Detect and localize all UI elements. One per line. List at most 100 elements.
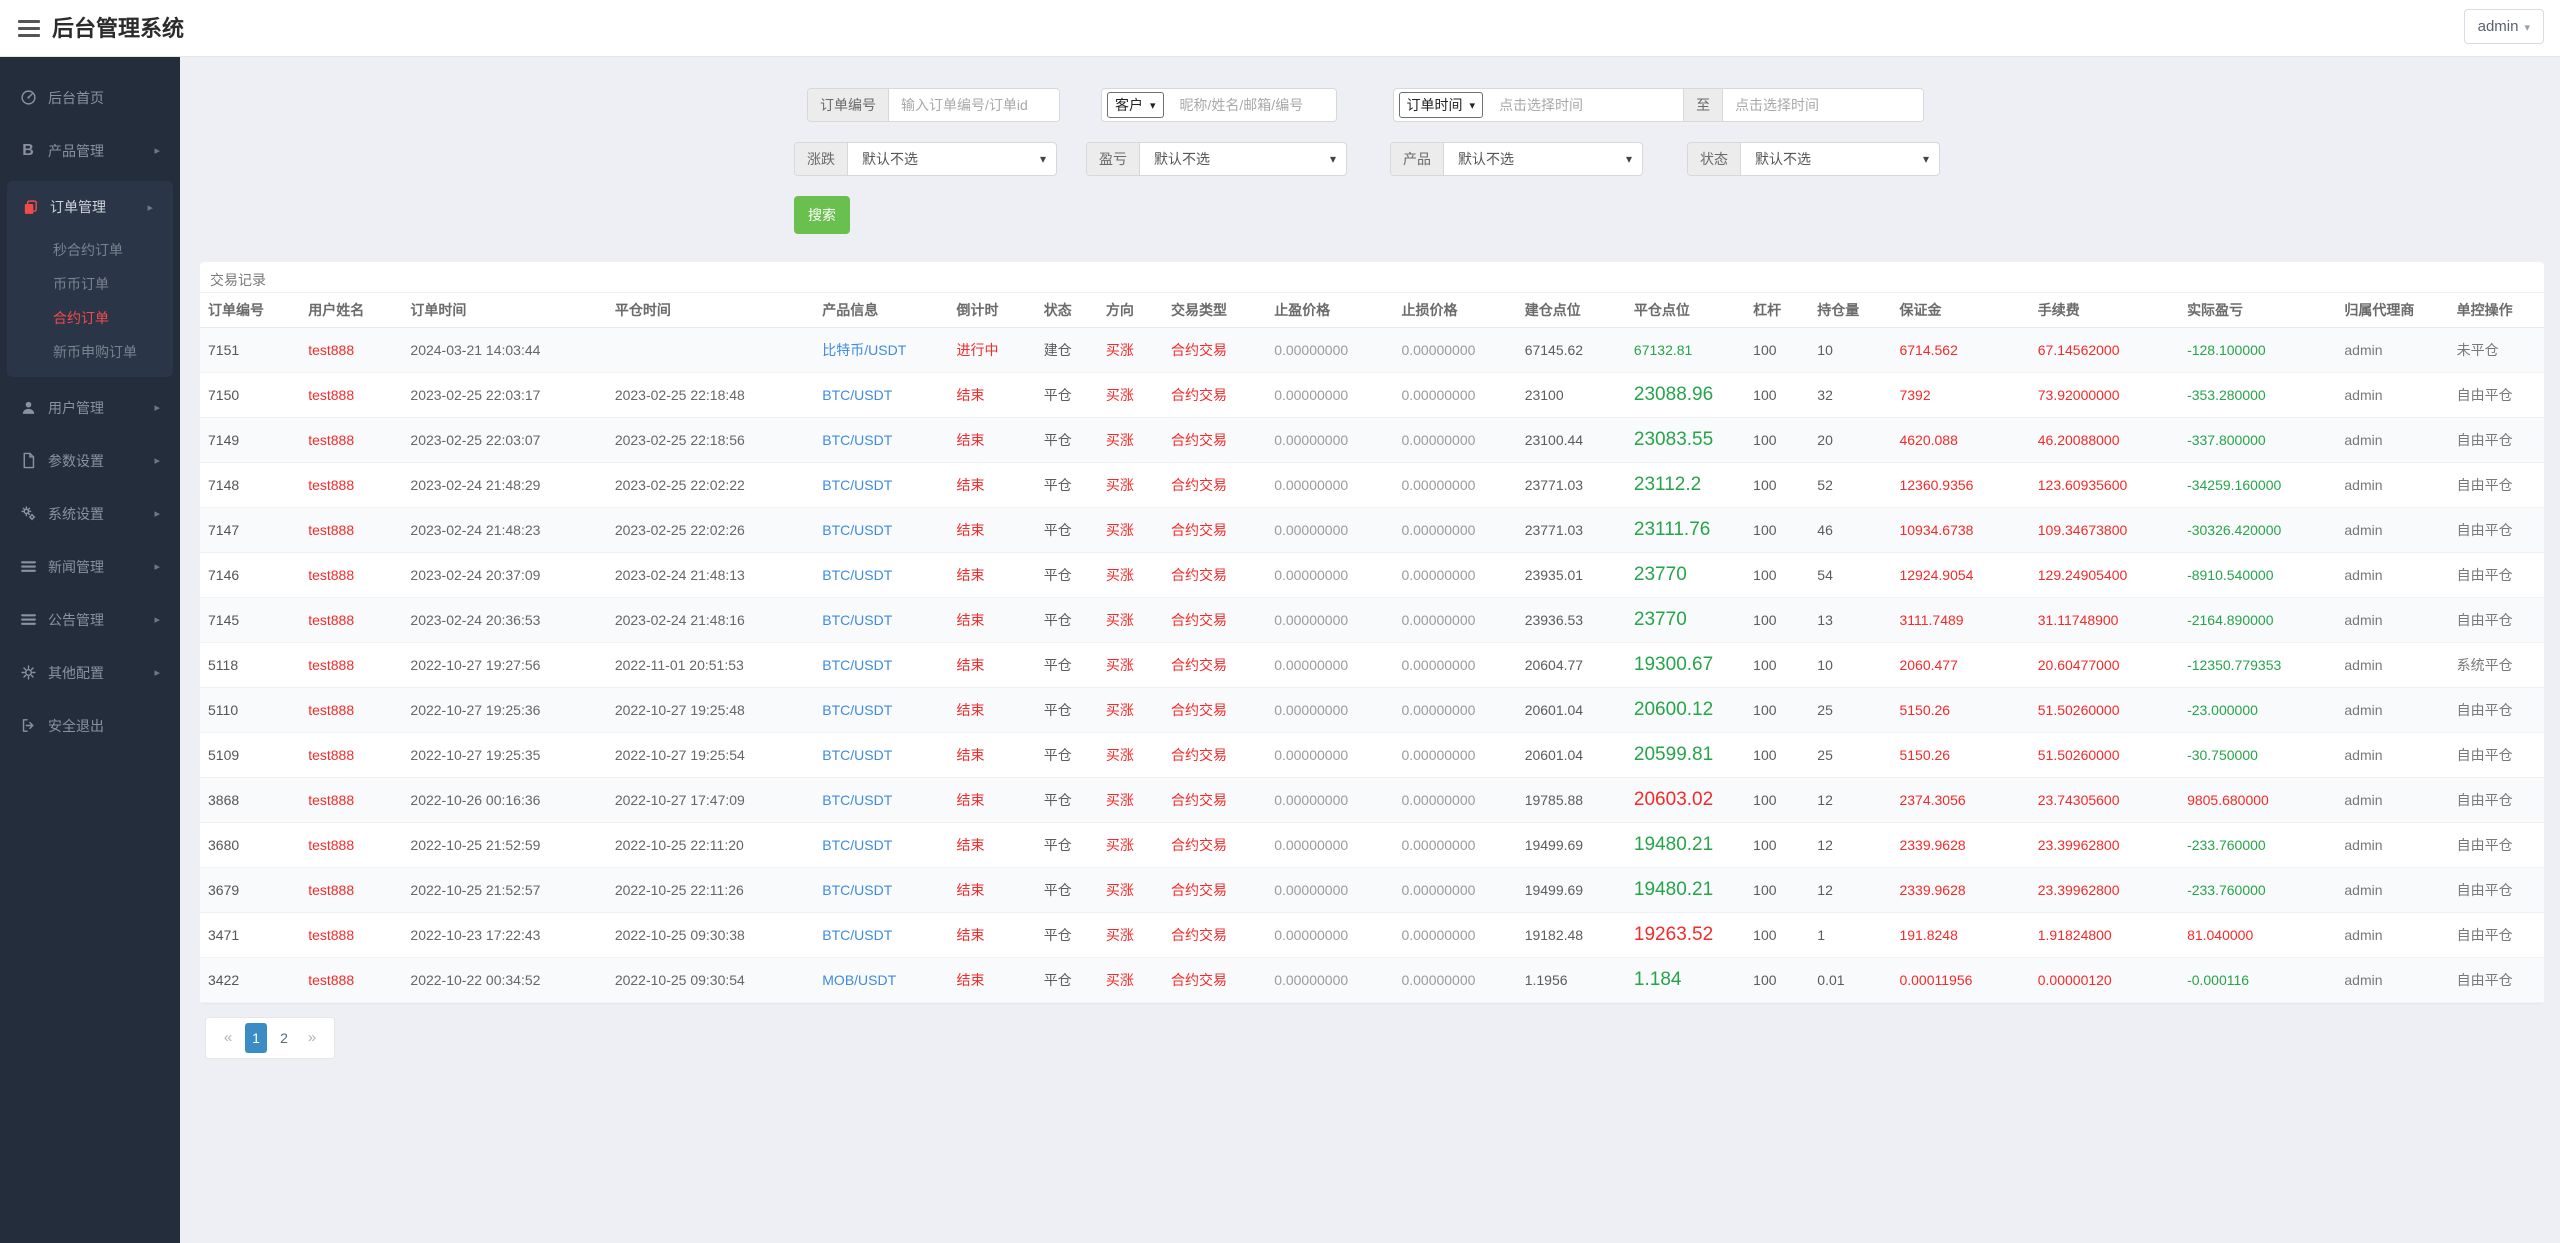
cell-leverage: 100	[1753, 386, 1777, 403]
cell-product[interactable]: BTC/USDT	[822, 927, 892, 943]
cell-state: 平仓	[1043, 431, 1072, 448]
next-page-button[interactable]: »	[301, 1023, 323, 1053]
cell-product[interactable]: BTC/USDT	[822, 432, 892, 448]
cell-profit: -23.000000	[2187, 701, 2258, 718]
cell-close-time: 2022-10-25 22:11:26	[614, 881, 744, 898]
cell-trade-type: 合约交易	[1170, 926, 1227, 943]
cell-product[interactable]: BTC/USDT	[822, 702, 892, 718]
cell-close-price: 67132.81	[1633, 341, 1693, 358]
cell-stop-loss: 0.00000000	[1401, 386, 1476, 403]
cell-trade-type: 合约交易	[1170, 566, 1227, 583]
sidebar-item-logout[interactable]: 安全退出	[0, 699, 180, 752]
cell-stop-loss: 0.00000000	[1401, 431, 1476, 448]
search-button[interactable]: 搜索	[794, 196, 850, 234]
pnl-group: 盈亏 默认不选 ▾	[1086, 142, 1347, 176]
sidebar-item-system-settings[interactable]: 系统设置 ▸	[0, 487, 180, 540]
column-header: 平仓点位	[1625, 293, 1746, 328]
cell-profit: -233.760000	[2187, 881, 2266, 898]
sidebar-item-orders[interactable]: 订单管理 ▸	[7, 181, 173, 233]
cell-fee: 46.20088000	[2037, 431, 2120, 448]
status-select[interactable]: 默认不选 ▾	[1741, 143, 1939, 175]
cell-product[interactable]: BTC/USDT	[822, 657, 892, 673]
cell-leverage: 100	[1753, 971, 1777, 988]
cell-margin: 2339.9628	[1899, 836, 1966, 853]
cell-id: 7149	[208, 431, 240, 448]
cell-direction: 买涨	[1105, 566, 1134, 583]
cell-product[interactable]: MOB/USDT	[822, 972, 896, 988]
sidebar-subitem-second-contract-orders[interactable]: 秒合约订单	[7, 233, 173, 267]
sidebar-item-news[interactable]: 新闻管理 ▸	[0, 540, 180, 593]
order-no-input[interactable]	[889, 89, 1059, 121]
cell-profit: -2164.890000	[2187, 611, 2274, 628]
table-row: 5109 test888 2022-10-27 19:25:35 2022-10-27…	[200, 732, 2544, 778]
column-header: 方向	[1097, 293, 1163, 328]
sidebar-subitem-spot-orders[interactable]: 币币订单	[7, 267, 173, 301]
cell-control: 自由平仓	[2456, 521, 2513, 538]
cell-countdown: 结束	[956, 746, 985, 763]
sidebar-item-announcements[interactable]: 公告管理 ▸	[0, 593, 180, 646]
page-button-2[interactable]: 2	[273, 1023, 295, 1053]
cell-profit: -337.800000	[2187, 431, 2266, 448]
cell-product[interactable]: BTC/USDT	[822, 567, 892, 583]
trade-records-table: 订单编号 用户姓名 订单时间 平仓时间 产品信息 倒计时 状态 方向 交易类型 止盈价格 止损价格建…	[200, 293, 2544, 1003]
sidebar-item-other-config[interactable]: 其他配置 ▸	[0, 646, 180, 699]
sidebar-subitem-new-coin-orders[interactable]: 新币申购订单	[7, 335, 173, 369]
cell-product[interactable]: BTC/USDT	[822, 747, 892, 763]
cell-countdown: 结束	[956, 566, 985, 583]
prev-page-button[interactable]: «	[217, 1023, 239, 1053]
cell-open-price: 19499.69	[1524, 881, 1584, 898]
sidebar-item-products[interactable]: B 产品管理 ▸	[0, 124, 180, 177]
cell-control: 自由平仓	[2456, 746, 2513, 763]
cell-countdown: 结束	[956, 521, 985, 538]
time-from-input[interactable]	[1487, 89, 1684, 121]
cell-product[interactable]: BTC/USDT	[822, 612, 892, 628]
cell-trade-type: 合约交易	[1170, 386, 1227, 403]
cell-product[interactable]: BTC/USDT	[822, 387, 892, 403]
cell-margin: 0.00011956	[1899, 971, 1973, 988]
cell-product[interactable]: BTC/USDT	[822, 477, 892, 493]
cell-product[interactable]: 比特币/USDT	[822, 342, 906, 358]
cell-product[interactable]: BTC/USDT	[822, 837, 892, 853]
cell-stop-loss: 0.00000000	[1401, 476, 1476, 493]
cell-agent: admin	[2344, 701, 2383, 718]
cell-close-time: 2023-02-25 22:02:26	[614, 521, 745, 538]
cell-volume: 13	[1817, 611, 1833, 628]
username: admin	[2477, 18, 2519, 35]
cell-agent: admin	[2344, 656, 2383, 673]
customer-select[interactable]: 客户 ▾	[1107, 92, 1164, 118]
cell-close-price: 23770	[1633, 563, 1687, 585]
cell-trade-type: 合约交易	[1170, 971, 1227, 988]
time-type-select[interactable]: 订单时间 ▾	[1398, 92, 1484, 118]
page-button-1[interactable]: 1	[245, 1022, 267, 1053]
cell-direction: 买涨	[1105, 521, 1134, 538]
cell-open-price: 23771.03	[1524, 476, 1584, 493]
cell-product[interactable]: BTC/USDT	[822, 522, 892, 538]
pnl-select[interactable]: 默认不选 ▾	[1140, 143, 1346, 175]
column-header: 止损价格	[1393, 293, 1517, 328]
cell-agent: admin	[2344, 971, 2383, 988]
cell-profit: -30326.420000	[2187, 521, 2282, 538]
sidebar-item-users[interactable]: 用户管理 ▸	[0, 381, 180, 434]
hamburger-menu-icon[interactable]	[18, 20, 40, 37]
cell-agent: admin	[2344, 566, 2383, 583]
chevron-down-icon: ▾	[1922, 152, 1929, 166]
sidebar-subitem-contract-orders[interactable]: 合约订单	[7, 301, 173, 335]
cell-product[interactable]: BTC/USDT	[822, 882, 892, 898]
sidebar-item-label: 订单管理	[50, 199, 106, 215]
user-dropdown[interactable]: admin ▾	[2463, 9, 2544, 44]
cell-product[interactable]: BTC/USDT	[822, 792, 892, 808]
sidebar-item-parameters[interactable]: 参数设置 ▸	[0, 434, 180, 487]
customer-input[interactable]	[1167, 89, 1336, 121]
cell-id: 3680	[208, 836, 240, 853]
cell-volume: 32	[1817, 386, 1833, 403]
cell-fee: 109.34673800	[2037, 521, 2128, 538]
cell-control: 自由平仓	[2456, 431, 2513, 448]
sidebar-item-dashboard[interactable]: 后台首页	[0, 71, 180, 124]
cell-margin: 6714.562	[1899, 341, 1958, 358]
updown-select[interactable]: 默认不选 ▾	[848, 143, 1056, 175]
cell-close-price: 20600.12	[1633, 698, 1714, 720]
cell-direction: 买涨	[1105, 926, 1134, 943]
time-to-input[interactable]	[1723, 89, 1924, 121]
product-select[interactable]: 默认不选 ▾	[1444, 143, 1642, 175]
cell-direction: 买涨	[1105, 431, 1134, 448]
